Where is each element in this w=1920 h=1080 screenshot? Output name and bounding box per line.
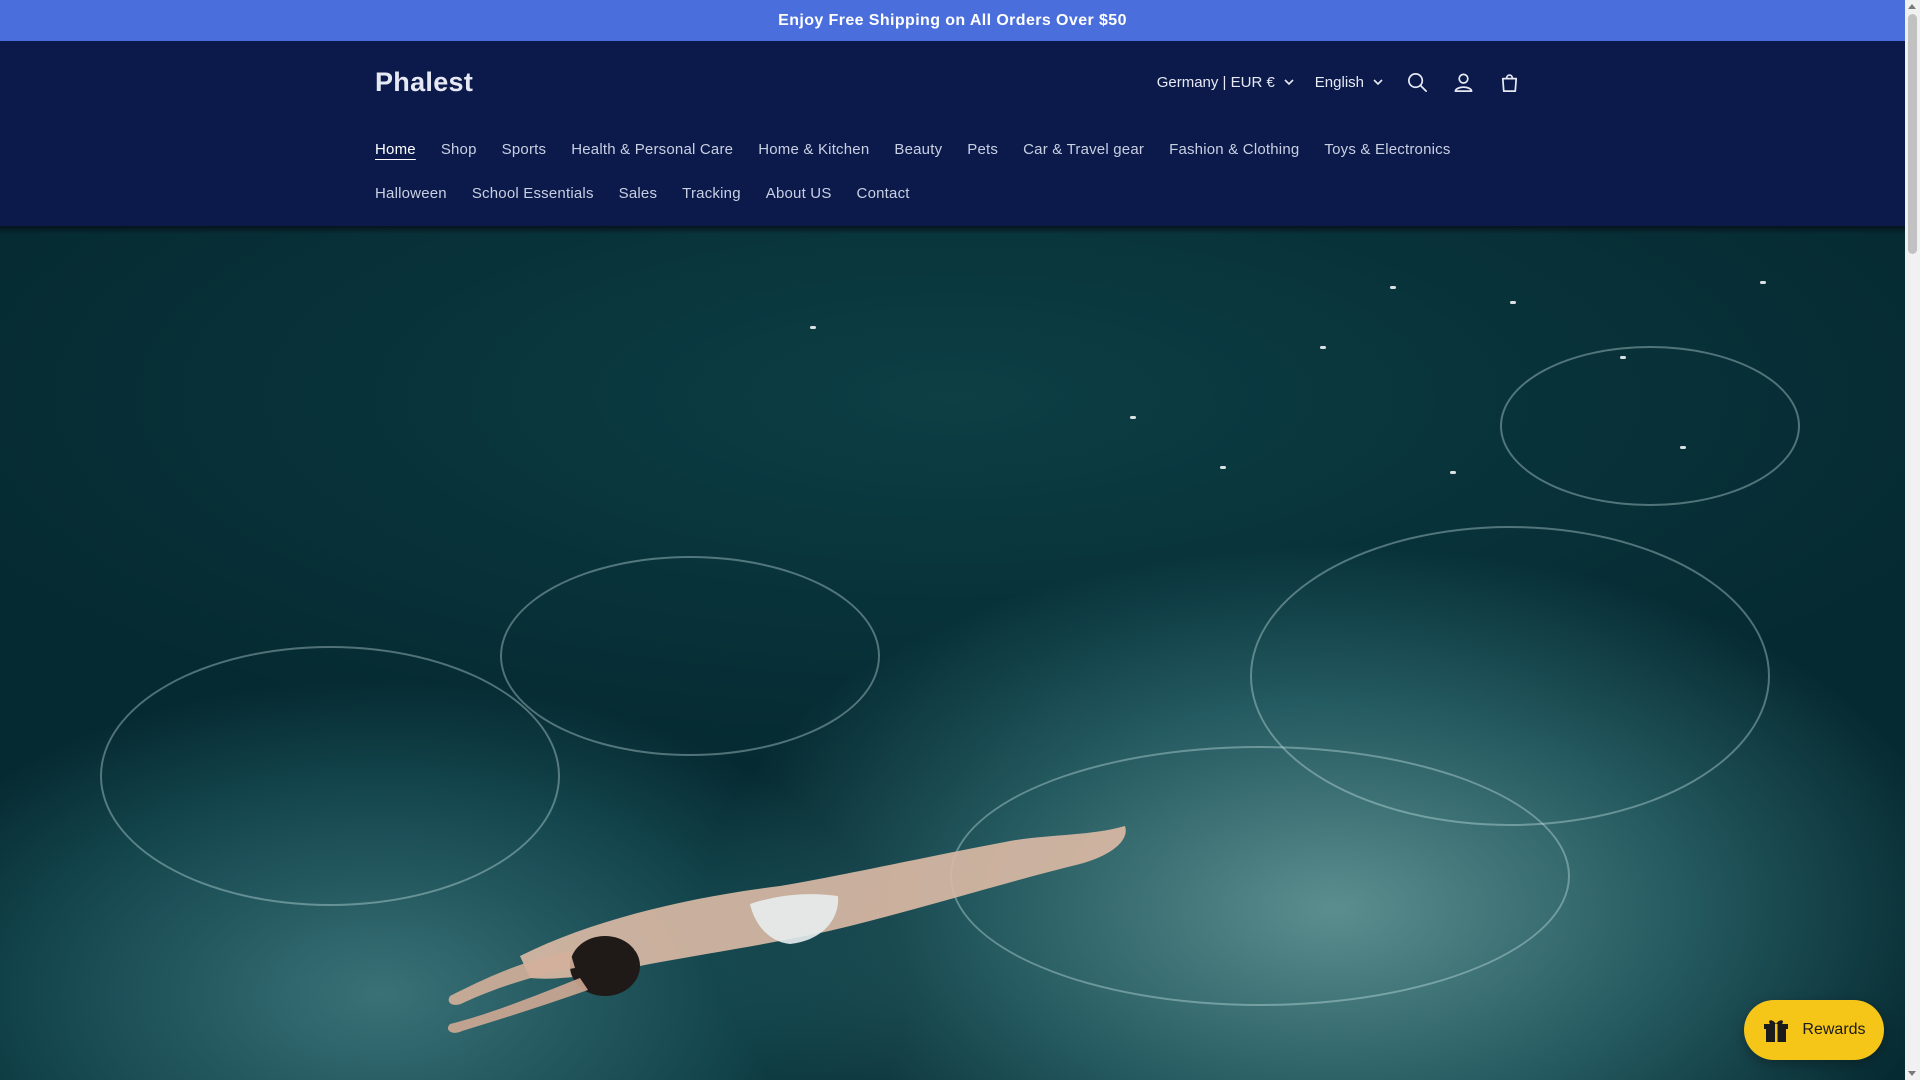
water-sparkle <box>1450 471 1456 474</box>
rewards-button[interactable]: Rewards <box>1744 1000 1884 1060</box>
search-icon <box>1407 72 1427 92</box>
nav-item-sales[interactable]: Sales <box>619 171 683 215</box>
announcement-text: Enjoy Free Shipping on All Orders Over $… <box>778 11 1127 29</box>
account-button[interactable] <box>1440 59 1486 105</box>
nav-item-school-essentials[interactable]: School Essentials <box>472 171 619 215</box>
announcement-bar: Enjoy Free Shipping on All Orders Over $… <box>0 0 1905 41</box>
nav-item-home-kitchen[interactable]: Home & Kitchen <box>758 127 894 171</box>
country-selector-label: Germany | EUR € <box>1156 73 1275 91</box>
nav-item-health-personal-care[interactable]: Health & Personal Care <box>571 127 758 171</box>
chevron-down-icon <box>1373 79 1383 86</box>
nav-item-tracking[interactable]: Tracking <box>682 171 766 215</box>
water-sparkle <box>1760 281 1766 284</box>
language-selector-label: English <box>1314 73 1364 91</box>
scrollbar-thumb[interactable] <box>1908 14 1917 254</box>
nav-item-beauty[interactable]: Beauty <box>894 127 967 171</box>
nav-item-sports[interactable]: Sports <box>502 127 572 171</box>
nav-item-home[interactable]: Home <box>375 127 441 171</box>
water-ripple <box>1500 346 1800 506</box>
nav-item-about-us[interactable]: About US <box>766 171 857 215</box>
nav-item-car-travel-gear[interactable]: Car & Travel gear <box>1023 127 1169 171</box>
water-sparkle <box>1620 356 1626 359</box>
scroll-down-arrow[interactable] <box>1908 1071 1916 1076</box>
water-sparkle <box>1510 301 1516 304</box>
nav-item-toys-electronics[interactable]: Toys & Electronics <box>1324 127 1475 171</box>
water-sparkle <box>1680 446 1686 449</box>
water-sparkle <box>810 326 816 329</box>
swimmer-figure <box>447 826 1126 1033</box>
nav-item-shop[interactable]: Shop <box>441 127 502 171</box>
hero-banner-image <box>0 226 1905 1080</box>
search-button[interactable] <box>1394 59 1440 105</box>
scroll-up-arrow[interactable] <box>1908 4 1916 9</box>
gift-icon <box>1764 1020 1789 1042</box>
country-selector[interactable]: Germany | EUR € <box>1147 64 1305 100</box>
main-navigation: Home Shop Sports Health & Personal Care … <box>375 127 1535 215</box>
nav-item-pets[interactable]: Pets <box>967 127 1023 171</box>
nav-item-contact[interactable]: Contact <box>857 171 935 215</box>
water-sparkle <box>1320 346 1326 349</box>
water-sparkle <box>1220 466 1226 469</box>
chevron-down-icon <box>1284 79 1294 86</box>
store-logo[interactable]: Phalest <box>375 67 473 98</box>
account-icon <box>1453 72 1473 92</box>
page-scrollbar[interactable] <box>1905 0 1920 1080</box>
water-ripple <box>500 556 880 756</box>
nav-item-halloween[interactable]: Halloween <box>375 171 472 215</box>
cart-button[interactable] <box>1486 59 1532 105</box>
language-selector[interactable]: English <box>1305 64 1394 100</box>
nav-item-fashion-clothing[interactable]: Fashion & Clothing <box>1169 127 1324 171</box>
rewards-label: Rewards <box>1802 1021 1866 1038</box>
cart-icon <box>1501 73 1517 92</box>
storefront-page: Enjoy Free Shipping on All Orders Over $… <box>0 0 1920 1080</box>
header-tools: Germany | EUR € English <box>1147 64 1532 100</box>
water-sparkle <box>1390 286 1396 289</box>
water-sparkle <box>1130 416 1136 419</box>
site-header: Phalest Germany | EUR € English Home Sho <box>0 41 1905 226</box>
